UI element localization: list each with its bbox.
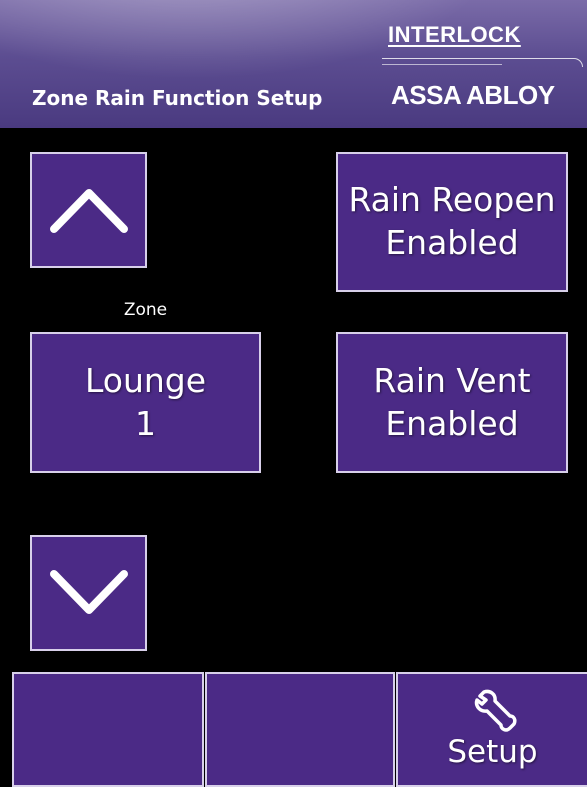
rain-reopen-button[interactable]: Rain Reopen Enabled [336, 152, 568, 292]
brand-logo-interlock: INTERLOCK [388, 22, 521, 47]
setup-button[interactable]: Setup [396, 672, 587, 787]
setup-label: Setup [447, 734, 538, 770]
page-title: Zone Rain Function Setup [32, 86, 323, 110]
header-bar: Zone Rain Function Setup INTERLOCK ASSA … [0, 0, 587, 128]
zone-down-button[interactable] [30, 535, 147, 651]
rain-vent-status: Enabled [385, 403, 519, 443]
rain-vent-button[interactable]: Rain Vent Enabled [336, 332, 568, 473]
zone-up-button[interactable] [30, 152, 147, 268]
zone-caption: Zone [123, 300, 168, 320]
brand-logo-assa-abloy: ASSA ABLOY [391, 80, 555, 110]
brand-divider [382, 58, 583, 67]
chevron-up-icon [49, 189, 128, 233]
chevron-down-icon [49, 570, 128, 614]
rain-reopen-label: Rain Reopen [348, 180, 556, 220]
footer-button-2[interactable] [205, 672, 395, 787]
brand-divider-2 [382, 64, 502, 65]
footer-button-1[interactable] [12, 672, 204, 787]
zone-select-button[interactable]: Lounge 1 [30, 332, 261, 473]
rain-vent-label: Rain Vent [373, 360, 531, 400]
rain-reopen-status: Enabled [385, 223, 519, 262]
zone-name: Lounge [84, 360, 207, 400]
wrench-icon [474, 689, 517, 732]
zone-number: 1 [135, 403, 156, 443]
